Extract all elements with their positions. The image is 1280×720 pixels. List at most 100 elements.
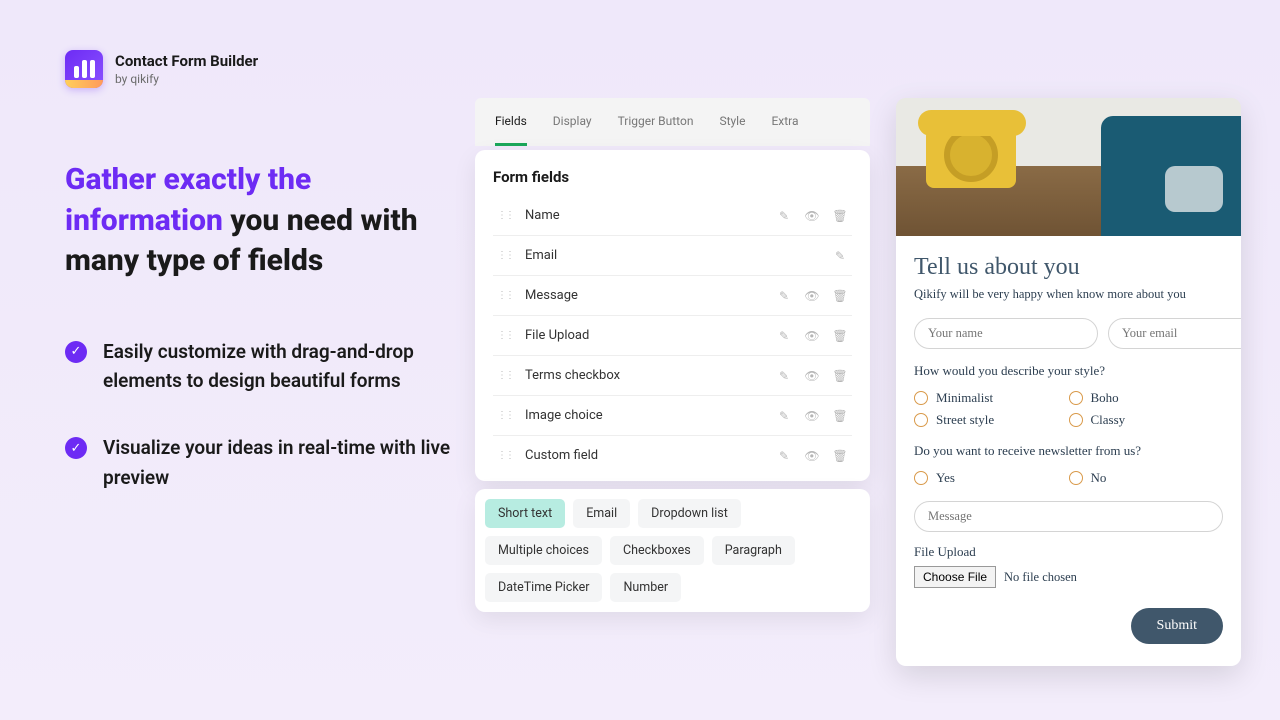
preview-title: Tell us about you	[914, 254, 1223, 281]
edit-icon[interactable]: ✎	[776, 289, 792, 303]
bullet-text: Visualize your ideas in real-time with l…	[103, 433, 455, 492]
delete-icon[interactable]: 🗑	[832, 209, 848, 223]
delete-icon[interactable]: 🗑	[832, 409, 848, 423]
field-type-chip[interactable]: Checkboxes	[610, 536, 704, 565]
field-label: Image choice	[525, 408, 603, 423]
delete-icon[interactable]: 🗑	[832, 329, 848, 343]
option-label: Minimalist	[936, 390, 993, 406]
file-upload-label: File Upload	[914, 544, 1223, 560]
field-row[interactable]: ⋮⋮ Name ✎ 👁 🗑	[493, 196, 852, 236]
style-option[interactable]: Street style	[914, 409, 1069, 431]
radio-icon	[1069, 471, 1083, 485]
drag-handle-icon[interactable]: ⋮⋮	[497, 210, 513, 221]
bullet-text: Easily customize with drag-and-drop elem…	[103, 337, 455, 396]
field-type-chips: Short text Email Dropdown list Multiple cho…	[475, 489, 870, 612]
option-label: Yes	[936, 470, 955, 486]
style-option[interactable]: Classy	[1069, 409, 1224, 431]
edit-icon[interactable]: ✎	[776, 449, 792, 463]
check-icon: ✓	[65, 341, 87, 363]
app-subtitle: by qikify	[115, 72, 258, 86]
visibility-icon[interactable]: 👁	[804, 289, 820, 303]
submit-button[interactable]: Submit	[1131, 608, 1223, 644]
visibility-icon[interactable]: 👁	[804, 369, 820, 383]
visibility-icon[interactable]: 👁	[804, 449, 820, 463]
drag-handle-icon[interactable]: ⋮⋮	[497, 370, 513, 381]
option-label: Classy	[1091, 412, 1126, 428]
option-label: No	[1091, 470, 1107, 486]
file-status: No file chosen	[1004, 570, 1077, 585]
form-fields-title: Form fields	[493, 168, 852, 186]
message-input[interactable]	[914, 501, 1223, 532]
newsletter-option[interactable]: No	[1069, 467, 1224, 489]
edit-icon[interactable]: ✎	[776, 209, 792, 223]
question-style: How would you describe your style?	[914, 363, 1223, 379]
visibility-icon[interactable]: 👁	[804, 209, 820, 223]
edit-icon[interactable]: ✎	[776, 329, 792, 343]
edit-icon[interactable]: ✎	[776, 369, 792, 383]
edit-icon[interactable]: ✎	[832, 249, 848, 263]
form-preview: Tell us about you Qikify will be very ha…	[896, 98, 1241, 666]
builder-panel: Fields Display Trigger Button Style Extr…	[475, 98, 870, 612]
radio-icon	[914, 413, 928, 427]
preview-hero-image	[896, 98, 1241, 236]
visibility-icon[interactable]: 👁	[804, 329, 820, 343]
delete-icon[interactable]: 🗑	[832, 289, 848, 303]
tab-display[interactable]: Display	[553, 114, 592, 146]
field-row[interactable]: ⋮⋮ File Upload ✎ 👁 🗑	[493, 316, 852, 356]
form-fields-panel: Form fields ⋮⋮ Name ✎ 👁 🗑 ⋮⋮ Email ✎ ⋮⋮ Message ✎ 👁…	[475, 150, 870, 481]
field-type-chip[interactable]: DateTime Picker	[485, 573, 602, 602]
delete-icon[interactable]: 🗑	[832, 449, 848, 463]
tab-style[interactable]: Style	[719, 114, 745, 146]
question-newsletter: Do you want to receive newsletter from u…	[914, 443, 1223, 459]
app-header: Contact Form Builder by qikify	[65, 50, 258, 88]
field-label: Message	[525, 288, 578, 303]
field-row[interactable]: ⋮⋮Custom field✎👁🗑	[493, 436, 852, 475]
check-icon: ✓	[65, 437, 87, 459]
tab-extra[interactable]: Extra	[771, 114, 798, 146]
field-type-chip[interactable]: Multiple choices	[485, 536, 602, 565]
field-row[interactable]: ⋮⋮ Email ✎	[493, 236, 852, 276]
bullet-item: ✓ Visualize your ideas in real-time with…	[65, 433, 455, 492]
drag-handle-icon[interactable]: ⋮⋮	[497, 450, 513, 461]
field-row[interactable]: ⋮⋮ Message ✎ 👁 🗑	[493, 276, 852, 316]
app-icon	[65, 50, 103, 88]
drag-handle-icon[interactable]: ⋮⋮	[497, 410, 513, 421]
tab-trigger-button[interactable]: Trigger Button	[618, 114, 694, 146]
radio-icon	[914, 471, 928, 485]
builder-tabs: Fields Display Trigger Button Style Extr…	[475, 98, 870, 146]
field-type-chip[interactable]: Dropdown list	[638, 499, 741, 528]
field-type-chip[interactable]: Email	[573, 499, 630, 528]
radio-icon	[914, 391, 928, 405]
option-label: Boho	[1091, 390, 1119, 406]
preview-subtitle: Qikify will be very happy when know more…	[914, 287, 1223, 302]
drag-handle-icon[interactable]: ⋮⋮	[497, 250, 513, 261]
visibility-icon[interactable]: 👁	[804, 409, 820, 423]
field-type-chip[interactable]: Number	[610, 573, 681, 602]
tab-fields[interactable]: Fields	[495, 114, 527, 146]
drag-handle-icon[interactable]: ⋮⋮	[497, 290, 513, 301]
bullet-item: ✓ Easily customize with drag-and-drop el…	[65, 337, 455, 396]
headline: Gather exactly the information you need …	[65, 160, 455, 282]
field-type-chip[interactable]: Short text	[485, 499, 565, 528]
name-input[interactable]	[914, 318, 1098, 349]
option-label: Street style	[936, 412, 994, 428]
email-input[interactable]	[1108, 318, 1241, 349]
field-type-chip[interactable]: Paragraph	[712, 536, 795, 565]
choose-file-button[interactable]: Choose File	[914, 566, 996, 588]
style-option[interactable]: Minimalist	[914, 387, 1069, 409]
radio-icon	[1069, 391, 1083, 405]
marketing-copy: Gather exactly the information you need …	[65, 160, 455, 530]
field-label: Email	[525, 248, 557, 263]
field-label: Name	[525, 208, 560, 223]
field-label: File Upload	[525, 328, 589, 343]
field-label: Terms checkbox	[525, 368, 620, 383]
delete-icon[interactable]: 🗑	[832, 369, 848, 383]
field-row[interactable]: ⋮⋮ Image choice ✎ 👁 🗑	[493, 396, 852, 436]
field-row[interactable]: ⋮⋮ Terms checkbox ✎ 👁 🗑	[493, 356, 852, 396]
radio-icon	[1069, 413, 1083, 427]
style-option[interactable]: Boho	[1069, 387, 1224, 409]
app-title: Contact Form Builder	[115, 52, 258, 70]
drag-handle-icon[interactable]: ⋮⋮	[497, 330, 513, 341]
newsletter-option[interactable]: Yes	[914, 467, 1069, 489]
edit-icon[interactable]: ✎	[776, 409, 792, 423]
